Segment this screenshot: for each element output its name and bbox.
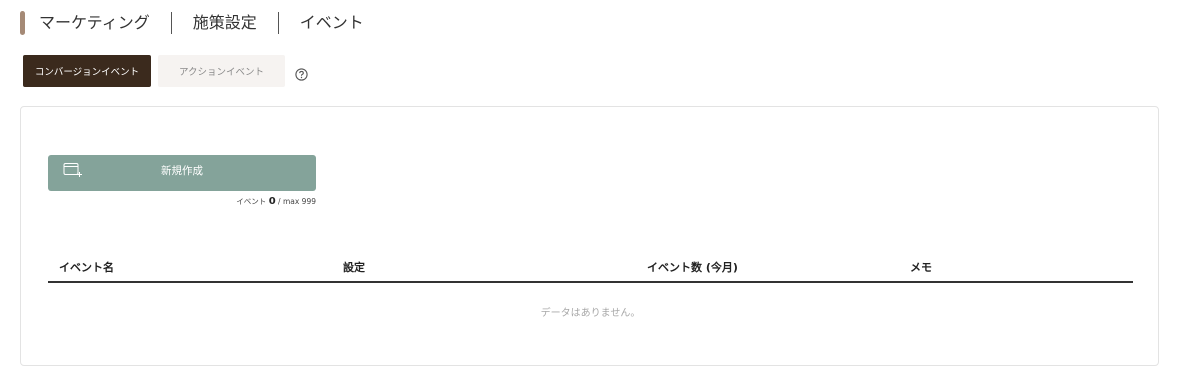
breadcrumb-marker (20, 11, 25, 35)
create-new-button[interactable]: 新規作成 (48, 155, 316, 191)
column-header-event-name[interactable]: イベント名 (59, 259, 114, 277)
tab-action-event[interactable]: アクションイベント (158, 55, 285, 87)
question-circle-icon[interactable] (294, 67, 308, 81)
breadcrumb: マーケティング 施策設定 イベント (20, 11, 364, 35)
events-panel: 新規作成 イベント 0 / max 999 イベント名 設定 イベント数 (今月… (20, 106, 1159, 366)
events-table: イベント名 設定 イベント数 (今月) メモ データはありません。 (48, 259, 1133, 319)
event-type-tabs: コンバージョンイベント アクションイベント (23, 55, 308, 87)
event-count: イベント 0 / max 999 (48, 196, 316, 207)
column-header-settings[interactable]: 設定 (343, 259, 365, 277)
event-count-max: / max 999 (278, 197, 316, 206)
breadcrumb-item-events: イベント (299, 13, 364, 32)
event-count-value: 0 (268, 196, 276, 207)
tab-conversion-event[interactable]: コンバージョンイベント (23, 55, 151, 87)
empty-state-message: データはありません。 (540, 308, 641, 319)
breadcrumb-separator (277, 12, 279, 34)
breadcrumb-item-marketing[interactable]: マーケティング (39, 11, 150, 35)
column-header-memo[interactable]: メモ (910, 259, 932, 277)
breadcrumb-separator (170, 12, 172, 34)
create-new-label: 新規作成 (161, 165, 203, 177)
column-header-event-count-month[interactable]: イベント数 (今月) (647, 259, 738, 277)
event-count-prefix: イベント (236, 197, 267, 206)
breadcrumb-item-campaign-settings[interactable]: 施策設定 (193, 11, 257, 35)
table-header: イベント名 設定 イベント数 (今月) メモ (48, 259, 1133, 283)
